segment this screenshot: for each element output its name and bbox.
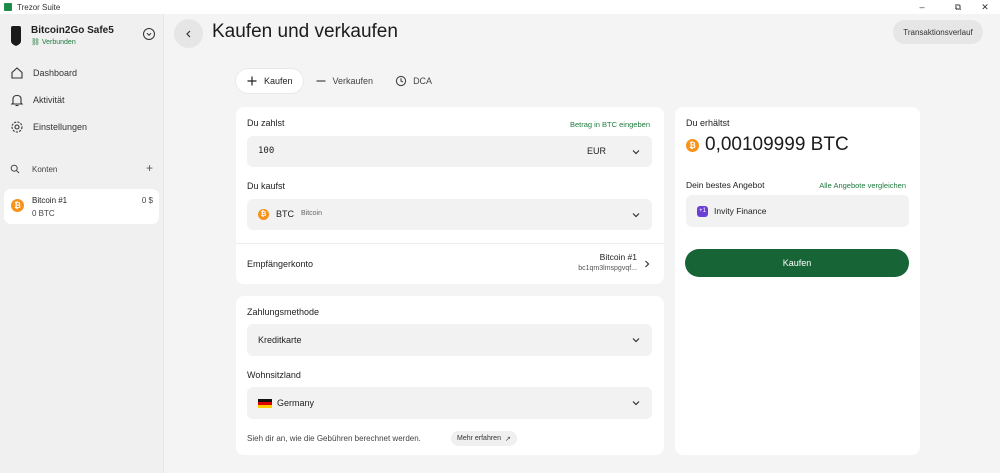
country-select[interactable]: Germany <box>247 387 652 419</box>
learn-more-label: Mehr erfahren <box>457 435 501 442</box>
enter-btc-amount-link[interactable]: Betrag in BTC eingeben <box>570 120 650 129</box>
account-name: Bitcoin #1 <box>32 196 68 205</box>
trade-tabs: Kaufen Verkaufen DCA <box>236 69 444 93</box>
bell-icon <box>10 94 24 107</box>
trezor-device-icon <box>11 26 21 46</box>
back-button[interactable] <box>174 19 203 48</box>
provider-card[interactable]: +1 Invity Finance <box>686 195 909 227</box>
link-icon: ⛓ <box>31 39 40 46</box>
chevron-left-icon <box>185 30 190 37</box>
receiver-account-name: Bitcoin #1 <box>599 252 637 262</box>
gear-icon <box>11 121 23 133</box>
sidebar-item-dashboard[interactable]: Dashboard <box>10 63 155 83</box>
learn-more-button[interactable]: Mehr erfahren ↗ <box>451 431 517 446</box>
chevron-right-icon <box>645 260 650 268</box>
country-label: Wohnsitzland <box>247 370 301 380</box>
sidebar: Bitcoin2Go Safe5 ⛓ Verbunden Dashboard A… <box>0 14 164 473</box>
payment-card: Zahlungsmethode Kreditkarte Wohnsitzland… <box>236 296 664 455</box>
country-value: Germany <box>277 398 315 408</box>
offer-card: Du erhältst ₿ 0,00109999 BTC Dein bestes… <box>675 107 920 455</box>
transaction-history-button[interactable]: Transaktionsverlauf <box>893 20 983 44</box>
plus-icon <box>247 76 257 86</box>
payment-method-value: Kreditkarte <box>258 335 302 345</box>
accounts-header: Konten + <box>10 161 153 176</box>
buy-button[interactable]: Kaufen <box>685 249 909 277</box>
window-titlebar: Trezor Suite – ⧉ ✕ <box>0 0 1000 14</box>
sidebar-item-activity[interactable]: Aktivität <box>10 90 155 110</box>
invity-logo-icon: +1 <box>697 206 708 217</box>
tab-dca[interactable]: DCA <box>385 69 442 93</box>
device-switcher[interactable]: Bitcoin2Go Safe5 ⛓ Verbunden <box>10 24 155 50</box>
coin-name: Bitcoin <box>301 210 323 217</box>
window-title: Trezor Suite <box>17 2 61 12</box>
receive-amount: 0,00109999 BTC <box>705 134 849 155</box>
payment-method-label: Zahlungsmethode <box>247 307 320 317</box>
provider-name: Invity Finance <box>714 206 767 216</box>
fee-info-text: Sieh dir an, wie die Gebühren berechnet … <box>247 434 421 443</box>
receive-label: Du erhältst <box>686 118 730 128</box>
chevron-down-icon[interactable] <box>143 28 155 40</box>
buy-form-card: Du zahlst Betrag in BTC eingeben 100 EUR… <box>236 107 664 284</box>
receiver-address: bc1qm3lmspgvqf... <box>578 265 637 272</box>
clock-icon <box>395 75 407 87</box>
account-item[interactable]: ₿ Bitcoin #1 0 BTC 0 $ <box>4 189 159 224</box>
buy-coin-label: Du kaufst <box>247 181 286 191</box>
sidebar-item-settings[interactable]: Einstellungen <box>10 117 155 137</box>
germany-flag-icon <box>258 399 272 408</box>
maximize-button[interactable]: ⧉ <box>943 0 973 14</box>
tab-sell[interactable]: Verkaufen <box>305 69 384 93</box>
best-offer-label: Dein bestes Angebot <box>686 180 765 190</box>
amount-field[interactable]: 100 EUR <box>247 136 652 167</box>
bitcoin-icon: ₿ <box>258 209 269 220</box>
coin-symbol: BTC <box>276 209 294 219</box>
bitcoin-icon: ₿ <box>11 199 24 212</box>
add-account-icon[interactable]: + <box>146 161 153 175</box>
pay-label: Du zahlst <box>247 118 285 128</box>
tab-label: Kaufen <box>264 76 293 86</box>
device-name: Bitcoin2Go Safe5 <box>31 25 114 36</box>
minimize-button[interactable]: – <box>907 0 937 14</box>
sidebar-item-label: Einstellungen <box>33 122 88 132</box>
accounts-label: Konten <box>32 164 58 174</box>
device-status-text: Verbunden <box>41 39 76 46</box>
sidebar-item-label: Aktivität <box>33 95 65 105</box>
coin-select[interactable]: ₿ BTC Bitcoin <box>247 199 652 230</box>
external-link-icon: ↗ <box>504 435 511 443</box>
page-title: Kaufen und verkaufen <box>212 21 398 42</box>
chevron-down-icon[interactable] <box>631 147 641 157</box>
receiver-label: Empfängerkonto <box>247 259 314 269</box>
receiver-account-row[interactable]: Empfängerkonto Bitcoin #1 bc1qm3lmspgvqf… <box>236 244 664 284</box>
payment-method-select[interactable]: Kreditkarte <box>247 324 652 356</box>
sidebar-item-label: Dashboard <box>33 68 78 78</box>
chevron-down-icon[interactable] <box>631 398 641 408</box>
tab-label: Verkaufen <box>332 76 374 86</box>
tab-label: DCA <box>413 76 433 86</box>
device-status: ⛓ Verbunden <box>31 38 76 46</box>
home-icon <box>11 67 23 79</box>
app-logo-icon <box>4 3 12 11</box>
amount-input[interactable]: 100 <box>258 146 274 156</box>
account-balance: 0 BTC <box>32 209 55 218</box>
compare-offers-link[interactable]: Alle Angebote vergleichen <box>819 181 906 190</box>
chevron-down-icon[interactable] <box>631 335 641 345</box>
minus-icon <box>316 80 326 82</box>
search-icon[interactable] <box>10 164 20 174</box>
account-fiat-balance: 0 $ <box>141 196 153 205</box>
tab-buy[interactable]: Kaufen <box>236 69 303 93</box>
close-button[interactable]: ✕ <box>970 0 1000 14</box>
bitcoin-icon: ₿ <box>686 139 699 152</box>
chevron-down-icon[interactable] <box>631 210 641 220</box>
currency-select[interactable]: EUR <box>587 146 606 156</box>
